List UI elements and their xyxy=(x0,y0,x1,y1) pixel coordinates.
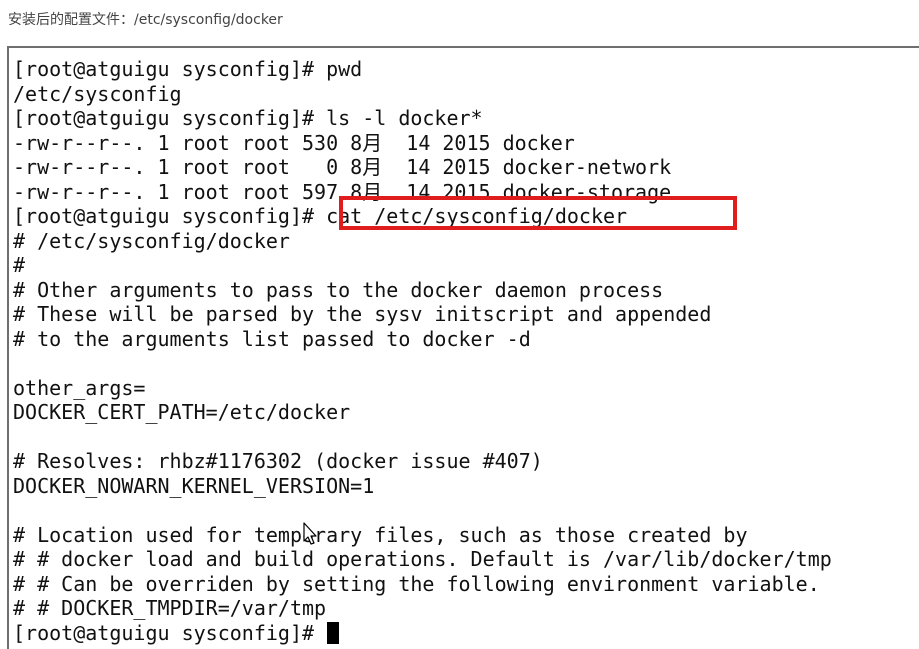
terminal-line: -rw-r--r--. 1 root root 530 8月 14 2015 d… xyxy=(13,130,575,155)
terminal-line: # Other arguments to pass to the docker … xyxy=(13,277,664,302)
text-cursor xyxy=(327,621,340,644)
terminal-line: DOCKER_CERT_PATH=/etc/docker xyxy=(13,400,351,424)
mouse-pointer-icon xyxy=(303,522,317,545)
terminal-output: [root@atguigu sysconfig]# pwd /etc/sysco… xyxy=(13,57,832,645)
terminal-line: # # docker load and build operations. De… xyxy=(13,547,832,571)
terminal-line: # Location used for temporary files, suc… xyxy=(13,522,748,547)
terminal-line: /etc/sysconfig xyxy=(13,81,182,106)
terminal-line: [root@atguigu sysconfig]# pwd xyxy=(13,57,363,81)
terminal-line: # # Can be overriden by setting the foll… xyxy=(13,571,820,596)
terminal-line: # /etc/sysconfig/docker xyxy=(13,228,290,253)
terminal-line: # These will be parsed by the sysv inits… xyxy=(13,302,712,326)
terminal-line: # # DOCKER_TMPDIR=/var/tmp xyxy=(13,596,327,620)
terminal-prompt: [root@atguigu sysconfig]# xyxy=(13,620,327,645)
terminal-line: # xyxy=(13,253,26,277)
terminal-line: DOCKER_NOWARN_KERNEL_VERSION=1 xyxy=(13,473,375,498)
terminal-line: # to the arguments list passed to docker… xyxy=(13,326,531,351)
terminal-prompt-line[interactable]: [root@atguigu sysconfig]# xyxy=(13,621,832,646)
command-highlight-box xyxy=(339,196,737,230)
terminal-line: # Resolves: rhbz#1176302 (docker issue #… xyxy=(13,449,543,473)
terminal-line: -rw-r--r--. 1 root root 0 8月 14 2015 doc… xyxy=(13,155,672,179)
terminal-window[interactable]: [root@atguigu sysconfig]# pwd /etc/sysco… xyxy=(7,46,919,649)
terminal-line: [root@atguigu sysconfig]# ls -l docker* xyxy=(13,106,483,130)
caption-text: 安装后的配置文件：/etc/sysconfig/docker xyxy=(8,12,283,28)
terminal-line: other_args= xyxy=(13,375,146,400)
